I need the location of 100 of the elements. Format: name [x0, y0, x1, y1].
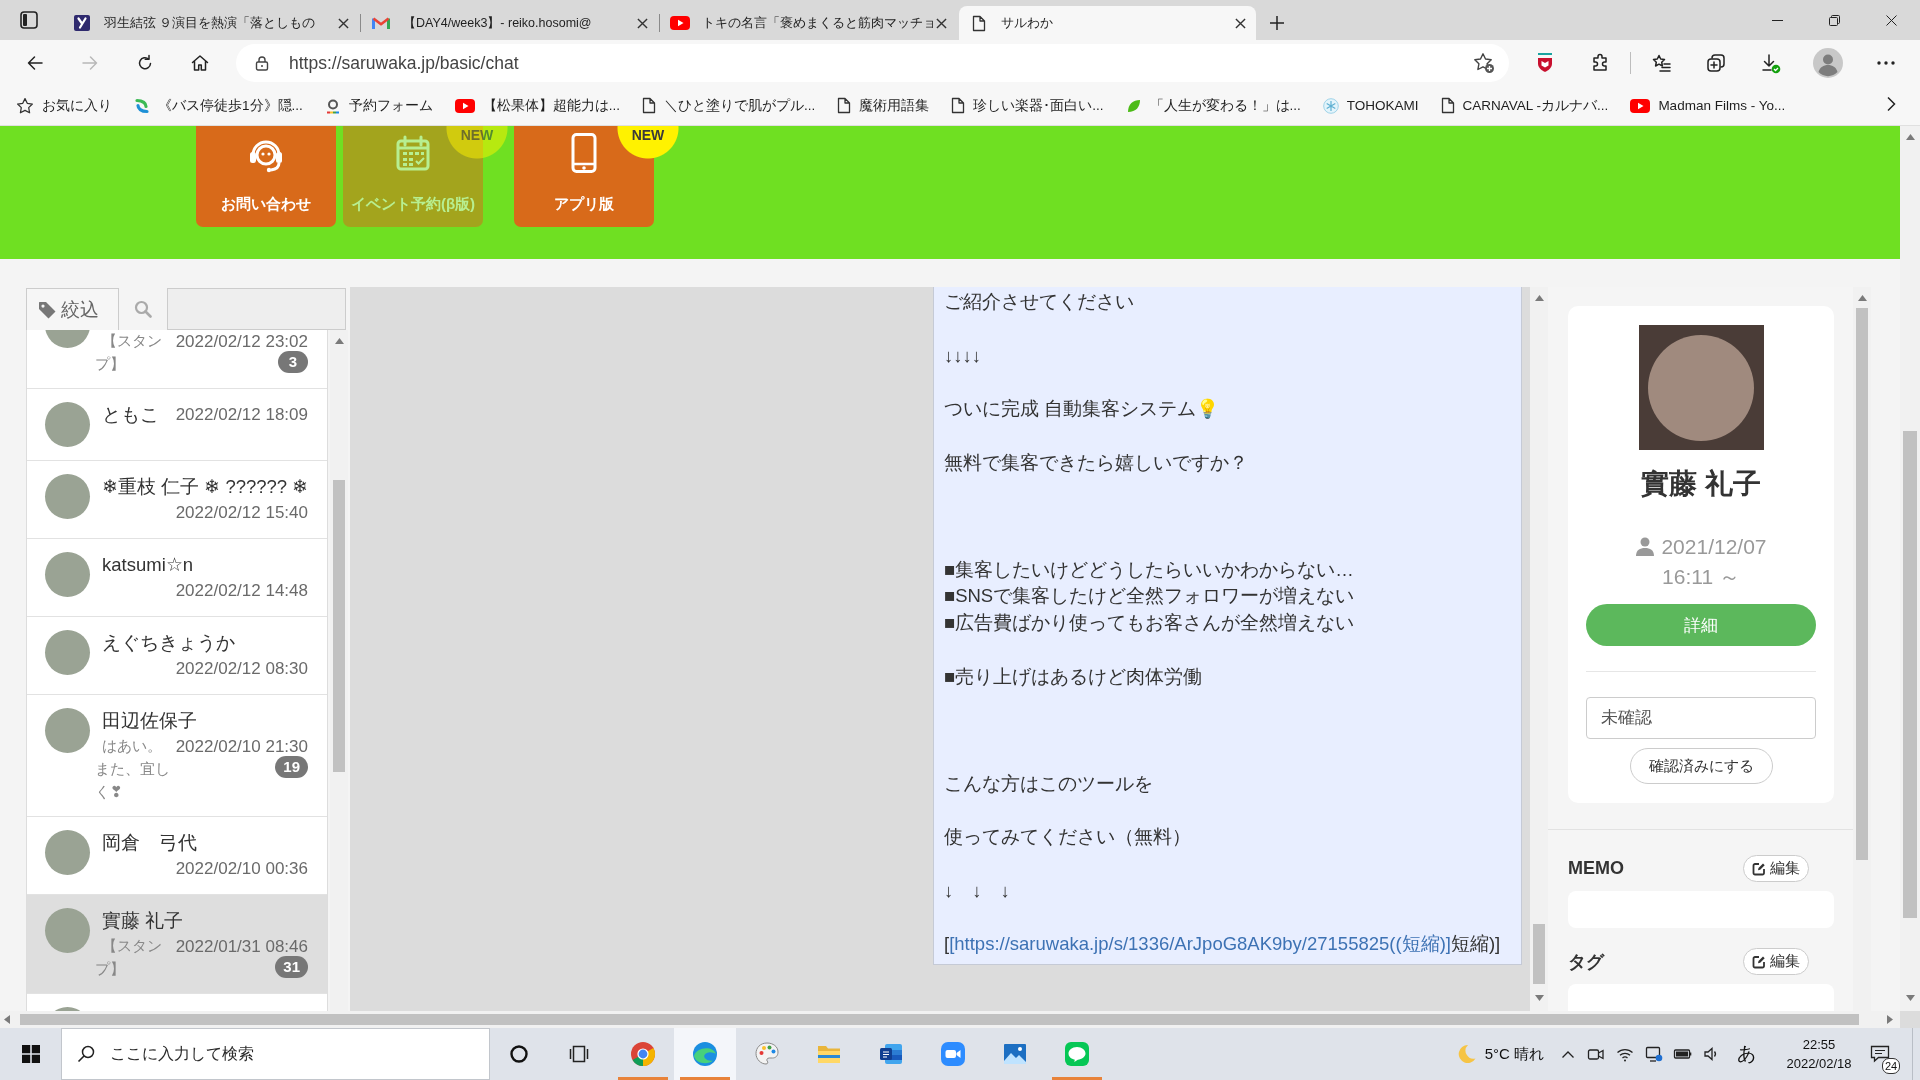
scrollbar-thumb[interactable]	[20, 1014, 1859, 1025]
contact-name: ともこ	[101, 404, 159, 425]
bookmark-link[interactable]: CARNAVAL -カルナバ...	[1440, 90, 1609, 121]
close-icon[interactable]	[1235, 17, 1246, 29]
browser-tab[interactable]: 【DAY4/week3】- reiko.hosomi@	[361, 6, 658, 40]
play-icon	[1630, 98, 1651, 113]
edit-icon	[1752, 954, 1766, 969]
color-wheel-icon	[630, 1041, 656, 1067]
filter-input[interactable]	[167, 288, 346, 330]
avatar-icon[interactable]	[1813, 48, 1843, 78]
browser-tab[interactable]: トキの名言「褒めまくると筋肉マッチョ	[660, 6, 957, 40]
bookmark-link[interactable]: ＼ひと塗りで肌がプル...	[642, 90, 816, 121]
contact-name: 岡倉 弓代	[101, 832, 197, 853]
panel-square-icon[interactable]	[20, 11, 38, 29]
message-link[interactable]: [https://saruwaka.jp/s/1336/ArJpoG8AK9by/27155825((短縮)]	[949, 933, 1451, 954]
ring-icon	[324, 97, 341, 114]
bookmark-link[interactable]: 魔術用語集	[837, 90, 930, 121]
download-check-icon[interactable]	[1760, 52, 1781, 74]
clock[interactable]: 22:55 2022/02/18	[1776, 1035, 1862, 1073]
scrollbar-thumb[interactable]	[1856, 308, 1868, 860]
circle-icon[interactable]	[509, 1044, 529, 1064]
bookmark-link[interactable]: TOHOKAMI	[1322, 90, 1419, 121]
home-icon[interactable]	[190, 53, 210, 73]
contact-name: katsumi☆n	[101, 554, 194, 575]
contact-name: えぐちきょうか	[101, 632, 235, 653]
scrollbar-thumb[interactable]	[333, 480, 345, 772]
message-line: 無料で集客できたら嬉しいですか？	[944, 451, 1248, 473]
close-icon[interactable]	[936, 17, 947, 29]
edit-button[interactable]: 編集	[1743, 855, 1809, 882]
filter-button[interactable]: 絞込	[26, 288, 119, 330]
message-line: ■広告費ばかり使ってもお客さんが全然増えない	[944, 612, 1355, 633]
contact-name: ❄重枝 仁子 ❄ ?????? ❄	[101, 476, 309, 497]
lock-icon	[255, 55, 269, 71]
plus-icon[interactable]	[1269, 15, 1285, 31]
weather-widget[interactable]: 5°C 晴れ	[1450, 1028, 1548, 1080]
palette-icon	[754, 1041, 780, 1067]
unread-count: 19	[275, 756, 308, 778]
down-triangle-icon[interactable]	[1534, 995, 1544, 1001]
status-field[interactable]: 未確認	[1586, 697, 1816, 739]
four-squares-icon[interactable]	[21, 1045, 40, 1063]
star-list-icon[interactable]	[1650, 53, 1671, 73]
chevron-right-icon[interactable]	[1886, 95, 1896, 112]
message-preview: 【スタンプ】	[95, 331, 163, 374]
display-icon[interactable]	[1644, 1045, 1663, 1063]
close-icon[interactable]	[637, 17, 648, 29]
up-triangle-icon[interactable]	[1534, 295, 1544, 301]
search-icon	[77, 1045, 95, 1063]
browser-tab[interactable]: 羽生結弦 ９演目を熱演「落としもの	[62, 6, 359, 40]
close-icon[interactable]	[1886, 14, 1897, 26]
stacked-panes-icon[interactable]	[569, 1045, 589, 1063]
bookmark-link[interactable]: 「人生が変わる！」は...	[1125, 90, 1301, 121]
squares-plus-icon[interactable]	[1705, 53, 1726, 73]
tags-heading: タグ	[1568, 950, 1604, 974]
avatar	[45, 474, 90, 519]
browser-tab[interactable]: サルわか	[959, 6, 1256, 40]
taskbar-button[interactable]	[674, 1028, 736, 1080]
up-triangle-icon[interactable]	[1905, 134, 1915, 140]
play-icon	[454, 98, 475, 113]
message-line: こんな方はこのツールを	[944, 772, 1153, 794]
scrollbar-thumb[interactable]	[1903, 431, 1917, 918]
message-line: ↓↓↓↓	[944, 344, 981, 366]
bookmark-link[interactable]: 予約フォーム	[324, 90, 433, 121]
message-line: ついに完成 自動集客システム💡	[944, 398, 1220, 419]
tag-icon	[38, 300, 56, 319]
scrollbar-thumb[interactable]	[1533, 924, 1545, 984]
contact-row[interactable]: 實藤 礼子 2022/01/31 08:46 31 【スタンプ】	[27, 895, 327, 994]
chevron-up-icon[interactable]	[1561, 1049, 1575, 1059]
message-time: 2022/02/12 14:48	[175, 580, 308, 602]
message-time: 2022/02/10 21:30	[175, 736, 308, 758]
bookmark-link[interactable]: 《バス停徒歩1分》隠...	[134, 90, 303, 121]
ime-indicator[interactable]: あ	[1731, 1041, 1761, 1067]
confirm-button[interactable]: 確認済みにする	[1629, 748, 1773, 784]
left-triangle-icon[interactable]	[4, 1015, 10, 1024]
up-triangle-icon[interactable]	[334, 338, 344, 344]
back-arrow-icon[interactable]	[25, 53, 45, 73]
contact-name: 實藤 礼子	[101, 910, 184, 931]
right-triangle-icon[interactable]	[1887, 1015, 1893, 1024]
bookmark-link[interactable]: 珍しい楽器･面白い...	[951, 90, 1104, 121]
more-icon[interactable]	[1876, 61, 1895, 65]
star-plus-icon[interactable]	[1473, 52, 1495, 74]
message-preview: 【スタンプ】	[95, 936, 163, 979]
avatar	[45, 402, 90, 447]
bookmark-link[interactable]: お気に入り	[16, 90, 112, 121]
message-line: [[https://saruwaka.jp/s/1336/ArJpoG8AK9by/27155825((短縮)]短縮)]	[944, 933, 1501, 954]
down-triangle-icon[interactable]	[1905, 995, 1915, 1001]
message-time: 2022/02/12 08:30	[175, 658, 308, 680]
close-icon[interactable]	[338, 17, 349, 29]
contact-row[interactable]: 2022/02/12 23:02 3 【スタンプ】	[27, 330, 327, 389]
chat-bubble-icon	[1064, 1041, 1090, 1067]
bookmark-link[interactable]: 【松果体】超能力は...	[454, 90, 621, 121]
address-bar[interactable]: https://saruwaka.jp/basic/chat	[236, 44, 1509, 82]
restore-icon[interactable]	[1829, 14, 1840, 26]
edit-button[interactable]: 編集	[1743, 948, 1809, 975]
avatar	[45, 552, 90, 597]
search-field[interactable]: ここに入力して検索	[61, 1028, 490, 1080]
bookmark-link[interactable]: Madman Films - Yo...	[1630, 90, 1786, 121]
nav-button[interactable]: お問い合わせ	[196, 126, 336, 227]
message-time: 2022/02/12 23:02	[175, 331, 308, 353]
up-triangle-icon[interactable]	[1857, 295, 1867, 301]
message-line: 使ってみてください（無料）	[944, 826, 1191, 847]
